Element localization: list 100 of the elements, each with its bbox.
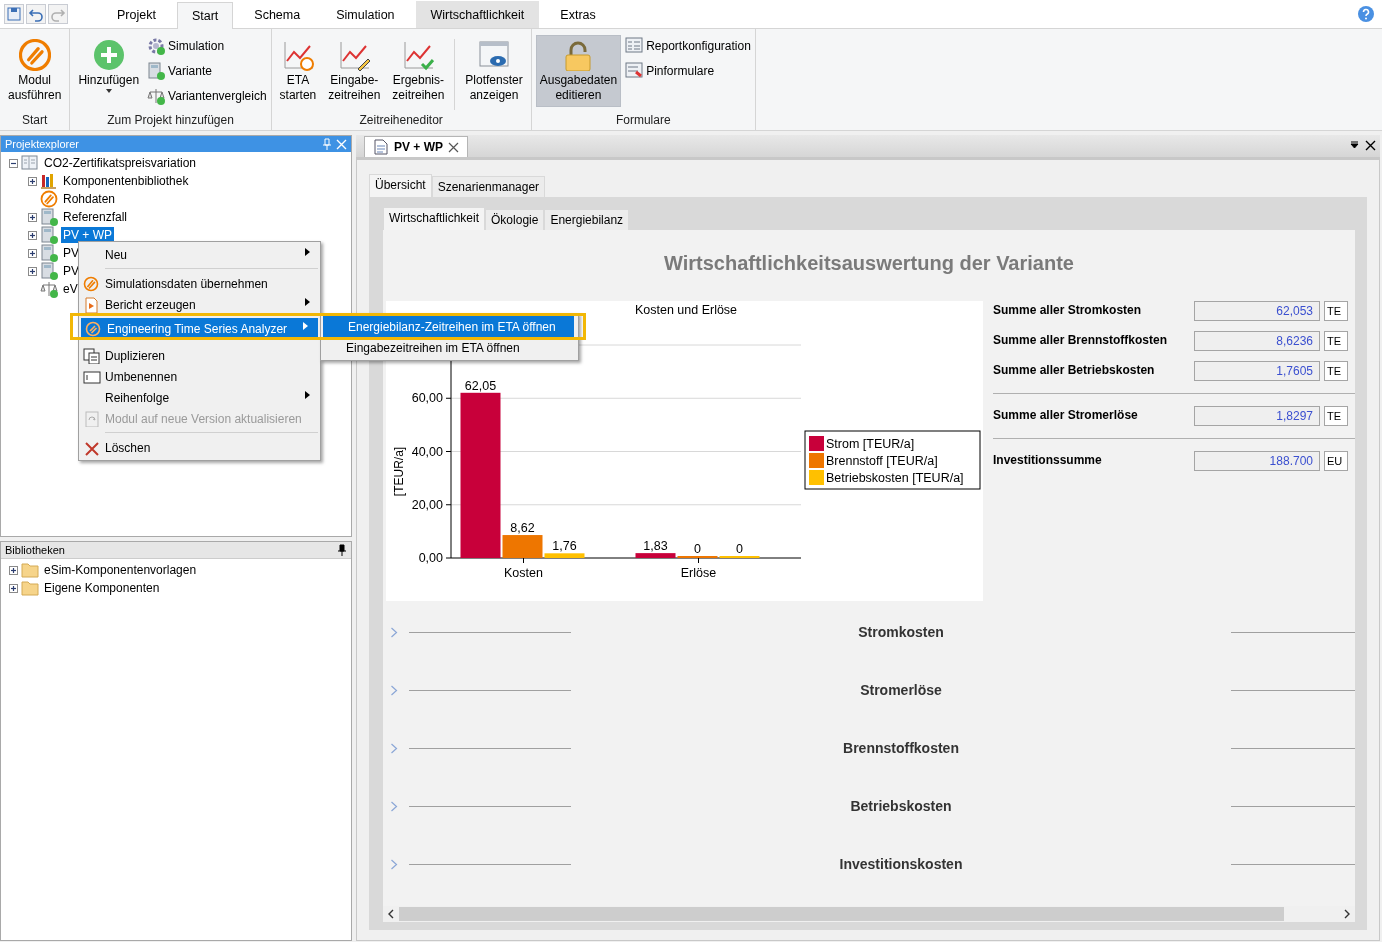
menu-item[interactable]: Eingabezeitreihen im ETA öffnen [321,337,578,358]
menu-item[interactable]: Duplizieren [79,345,320,366]
data-label: 1,76 [552,539,577,554]
expand-icon[interactable] [9,583,18,593]
tree-item[interactable]: PV + WP [61,227,114,243]
scales-icon [40,280,58,298]
scales-icon [147,87,166,105]
unit-field[interactable]: TE [1324,361,1348,381]
tab[interactable]: Szenarienmanager [431,176,546,197]
expand-icon[interactable] [9,565,18,575]
tab[interactable]: Ökologie [485,209,545,230]
expand-icon[interactable] [28,230,37,240]
list-icon [625,37,644,55]
gear-icon [147,37,166,55]
ribbon-tab[interactable]: Wirtschaftlichkeit [415,1,540,28]
ribbon-button[interactable]: Modul ausführen [4,35,66,107]
tree-item[interactable]: PV [61,245,81,261]
field-label: Summe aller Betriebskosten [993,362,1156,377]
dropdown-icon[interactable] [1350,141,1359,150]
group-label: Zeitreiheneditor [358,112,444,129]
menu-item[interactable]: Engineering Time Series Analyzer [81,318,318,339]
expand-icon[interactable] [28,266,37,276]
refresh-icon [83,410,101,427]
section-title: Brennstoffkosten [842,740,960,756]
save-button[interactable] [4,4,24,24]
data-label: 8,62 [510,521,535,536]
undo-button[interactable] [26,4,46,24]
panel-title: Bibliotheken [5,544,65,556]
legend-label: Brennstoff [TEUR/a] [826,454,938,468]
tree-item[interactable]: Rohdaten [61,191,118,207]
menu-item[interactable]: Reihenfolge [79,387,320,408]
submenu-arrow-icon [305,248,310,256]
tree-item[interactable]: Eigene Komponenten [42,580,162,596]
tree-item[interactable]: eSim-Komponentenvorlagen [42,562,199,578]
ribbon-button[interactable]: Variantenvergleich [147,85,267,107]
value-field[interactable]: 188.700 [1194,451,1320,471]
logo-icon [18,39,51,71]
ribbon-tab[interactable]: Extras [545,1,611,28]
ribbon-tab[interactable]: Projekt [102,1,171,28]
document-tab[interactable]: PV + WP [364,136,468,157]
close-icon[interactable] [1365,140,1376,151]
expand-icon[interactable] [28,176,37,186]
tree-item[interactable]: Referenzfall [61,209,130,225]
tree-item[interactable]: PV [61,263,81,279]
line-chart-icon [281,39,314,71]
tab[interactable]: Übersicht [369,174,432,197]
value-field[interactable]: 8,6236 [1194,331,1320,351]
calculator-icon [147,62,166,80]
collapse-icon[interactable] [9,158,18,168]
unit-field[interactable]: EU [1324,451,1348,471]
tree-item[interactable]: eV [61,281,80,297]
ribbon-button[interactable]: Variante [147,60,267,82]
ribbon-button[interactable]: Reportkonfiguration [625,35,751,57]
tree-item[interactable]: CO2-Zertifikatspreisvariation [42,155,199,171]
ribbon-button[interactable]: Eingabe- zeitreihen [324,35,385,107]
tree-item[interactable]: Komponentenbibliothek [61,173,191,189]
ribbon-button[interactable]: Simulation [147,35,267,57]
tab[interactable]: Energiebilanz [544,209,630,230]
ribbon-button[interactable]: Hinzufügen [74,35,144,105]
calculator-icon [40,208,58,226]
line-chart-check-icon [402,39,435,71]
section-title: Stromerlöse [859,682,943,698]
menu-item[interactable]: Neu [79,244,320,265]
submenu-arrow-icon [303,322,308,330]
legend-label: Strom [TEUR/a] [826,437,915,451]
unit-field[interactable]: TE [1324,406,1348,426]
books-icon [40,172,58,190]
data-label: 0 [694,542,701,556]
expand-icon[interactable] [28,212,37,222]
axis-tick-label: 40,00 [411,444,443,459]
data-label: 0 [736,542,743,556]
unit-field[interactable]: TE [1324,301,1348,321]
value-field[interactable]: 62,053 [1194,301,1320,321]
ribbon-button[interactable]: Ausgabedaten editieren [535,35,622,107]
tab[interactable]: Wirtschaftlichkeit [383,207,486,230]
ribbon-button[interactable]: ETA starten [275,35,321,107]
ribbon-tab[interactable]: Start [176,2,234,29]
help-icon[interactable] [1358,6,1374,22]
ribbon-tab[interactable]: Simulation [321,1,410,28]
menu-item[interactable]: Bericht erzeugen [79,294,320,315]
ribbon-button[interactable]: Ergebnis- zeitreihen [388,35,449,107]
value-field[interactable]: 1,7605 [1194,361,1320,381]
menu-item[interactable]: Energiebilanz-Zeitreihen im ETA öffnen [323,316,574,337]
field-label: Investitionssumme [993,452,1103,467]
ribbon-button[interactable]: Plotfenster anzeigen [461,35,527,107]
axis-tick-label: Erlöse [680,566,717,580]
expand-icon[interactable] [28,248,37,258]
value-field[interactable]: 1,8297 [1194,406,1320,426]
menu-item[interactable]: Umbenennen [79,366,320,387]
ribbon-tab[interactable]: Schema [239,1,316,28]
ribbon-button[interactable]: Pinformulare [625,60,751,82]
form-icon [625,62,644,80]
calculator-icon [40,262,58,280]
field-label: Summe aller Stromkosten [993,302,1143,317]
submenu-arrow-icon [305,298,310,306]
unit-field[interactable]: TE [1324,331,1348,351]
chart-title: Kosten und Erlöse [634,303,738,317]
close-icon[interactable] [448,141,459,153]
pin-icon[interactable] [337,544,347,556]
document-icon [373,139,389,155]
